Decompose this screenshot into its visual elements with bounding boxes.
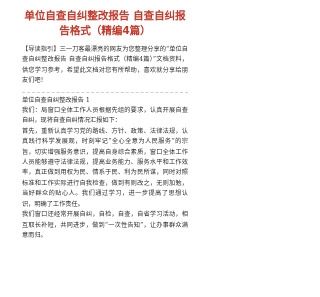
section-divider <box>22 91 188 93</box>
document-page: 单位自查自纠整改报告 自查自纠报告格式（精编4篇） 【导读指引】三一刀客最漂亮的… <box>0 0 210 297</box>
body-paragraph: 首先，重新认真学习党的路线、方针、政策、法律法规，认真践行科学发展观，时刻牢记“… <box>22 127 188 208</box>
guide-label: 【导读指引】 <box>22 46 60 53</box>
document-title: 单位自查自纠整改报告 自查自纠报告格式（精编4篇） <box>24 10 186 37</box>
body-paragraph: 我们：局窗口全体工作人员根据先组的要求，认真开展自查自纠，现将自查自纠情况汇报如… <box>22 107 188 125</box>
section-title: 单位自查自纠整改报告 1 <box>22 96 90 104</box>
guide-block: 【导读指引】三一刀客最漂亮的网友为您整理分享的“单位自查自纠整改报告 自查自纠报… <box>22 45 188 87</box>
body-paragraph: 我们窗口还经常开展自纠，自检，自查，自省学习活动，相互取长补短，共同进步，做到“… <box>22 211 188 239</box>
